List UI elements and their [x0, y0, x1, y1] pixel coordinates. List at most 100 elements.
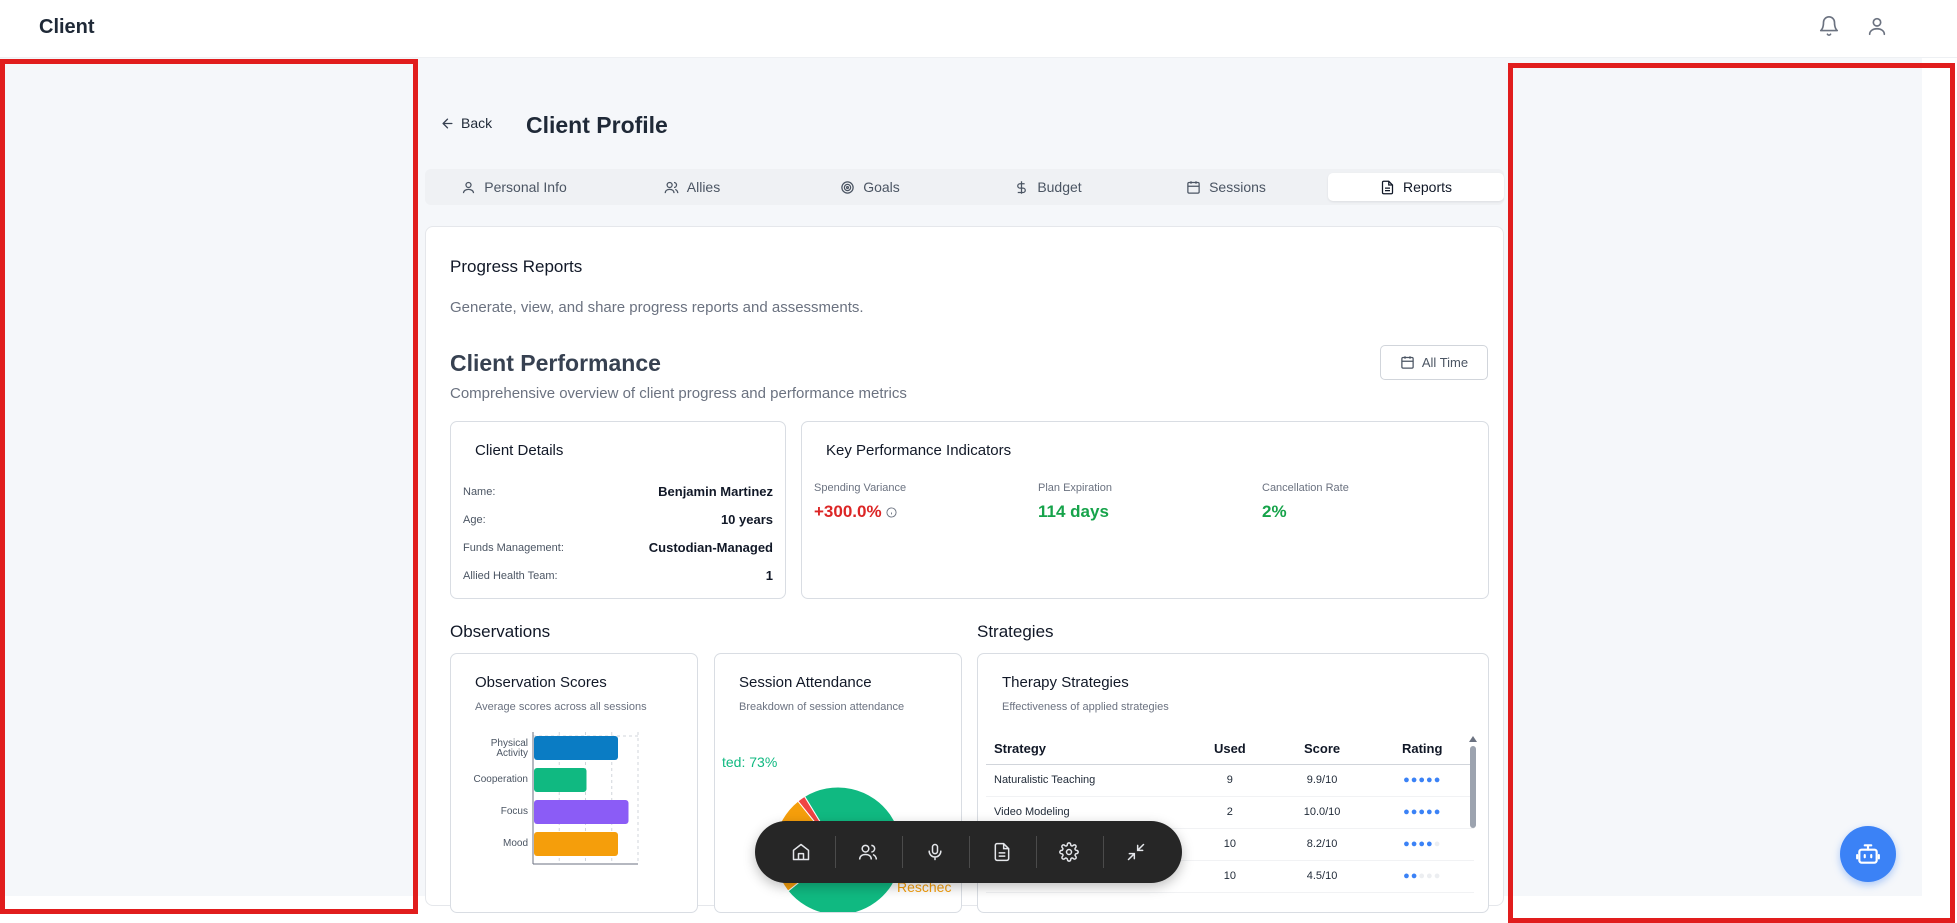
tab-sessions[interactable]: Sessions	[1137, 173, 1315, 201]
highlight-box-right	[1508, 63, 1955, 923]
strategy-score: 8.2/10	[1273, 828, 1371, 861]
bar[interactable]	[534, 736, 618, 760]
column-header: Rating	[1370, 734, 1474, 765]
kpi-spending-variance: Spending Variance +300.0%	[814, 482, 906, 522]
tab-label: Personal Info	[484, 179, 567, 195]
kpi-value: 2%	[1262, 502, 1287, 521]
table-header-row: Strategy Used Score Rating	[986, 734, 1474, 765]
kpi-label: Spending Variance	[814, 482, 907, 494]
mic-icon[interactable]	[921, 838, 949, 866]
tick-label: Cooperation	[474, 774, 528, 785]
column-header: Score	[1273, 734, 1371, 765]
tab-goals[interactable]: Goals	[781, 173, 959, 201]
observation-scores-title: Observation Scores	[475, 674, 607, 691]
home-icon[interactable]	[787, 838, 815, 866]
detail-row-name: Name: Benjamin Martinez	[463, 484, 773, 499]
tab-label: Sessions	[1209, 179, 1266, 195]
client-details-title: Client Details	[475, 442, 564, 459]
scroll-thumb[interactable]	[1470, 746, 1476, 828]
rating-dot-filled: ●	[1403, 870, 1411, 882]
strategy-score: 10.0/10	[1273, 796, 1371, 829]
observation-scores-subtitle: Average scores across all sessions	[475, 701, 647, 713]
tab-label: Budget	[1037, 179, 1082, 195]
bar[interactable]	[534, 768, 587, 792]
rating-dot-filled: ●	[1418, 774, 1427, 786]
dock-divider	[1103, 836, 1104, 868]
detail-key: Age:	[463, 513, 486, 526]
strategy-score: 4.5/10	[1273, 860, 1371, 893]
client-performance-title: Client Performance	[450, 350, 661, 376]
client-details-card: Client Details Name: Benjamin Martinez A…	[450, 421, 786, 599]
assistant-bot-button[interactable]	[1840, 826, 1896, 882]
observation-scores-card: Observation Scores Average scores across…	[450, 653, 698, 913]
floating-dock	[755, 821, 1182, 883]
bar[interactable]	[534, 832, 618, 856]
therapy-strategies-subtitle: Effectiveness of applied strategies	[1002, 701, 1169, 713]
bell-icon[interactable]	[1818, 15, 1842, 39]
detail-row-team: Allied Health Team: 1	[463, 568, 773, 583]
kpi-card: Key Performance Indicators Spending Vari…	[801, 421, 1489, 599]
detail-value: Custodian-Managed	[648, 540, 773, 555]
table-scrollbar[interactable]	[1468, 736, 1478, 894]
tab-reports[interactable]: Reports	[1328, 173, 1504, 201]
rating-dot-empty: ●	[1433, 838, 1442, 850]
tab-allies[interactable]: Allies	[603, 173, 781, 201]
rating-dot-filled: ●	[1433, 806, 1442, 818]
strategy-used: 9	[1186, 764, 1274, 797]
strategy-used: 10	[1186, 828, 1274, 861]
back-button[interactable]: Back	[440, 115, 492, 131]
detail-value: 1	[765, 568, 773, 583]
rating-dot-filled: ●	[1426, 774, 1434, 786]
tab-label: Allies	[686, 179, 721, 195]
date-range-button[interactable]: All Time	[1380, 345, 1488, 380]
user-icon	[463, 181, 475, 193]
rating-dot-empty: ●	[1418, 870, 1427, 882]
detail-row-funds: Funds Management: Custodian-Managed	[463, 540, 773, 555]
table-row[interactable]: Naturalistic Teaching 9 9.9/10 ●●●●●	[986, 764, 1474, 797]
bar[interactable]	[534, 800, 629, 824]
calendar-icon	[1187, 180, 1200, 194]
kpi-plan-expiration: Plan Expiration 114 days	[1038, 482, 1112, 522]
rating-dot-empty: ●	[1426, 870, 1434, 882]
strategy-used: 2	[1186, 796, 1274, 829]
file-icon[interactable]	[988, 838, 1016, 866]
strategy-rating: ●●●●●	[1370, 860, 1474, 893]
observation-scores-chart: Physical Activity Cooperation Focus Mood	[474, 732, 639, 865]
client-performance-subtitle: Comprehensive overview of client progres…	[450, 385, 907, 402]
dock-divider	[1036, 836, 1037, 868]
rating-dot-filled: ●	[1403, 838, 1411, 850]
observations-heading: Observations	[450, 622, 551, 641]
bot-icon	[1856, 844, 1880, 864]
page-title: Client Profile	[526, 112, 668, 138]
rating-dot-filled: ●	[1433, 774, 1442, 786]
user-icon[interactable]	[1866, 15, 1890, 39]
progress-reports-subtitle: Generate, view, and share progress repor…	[450, 299, 864, 316]
detail-key: Allied Health Team:	[463, 569, 558, 582]
tab-label: Reports	[1402, 179, 1453, 195]
tick-label: Mood	[503, 838, 528, 849]
rating-dot-empty: ●	[1433, 870, 1442, 882]
tab-personal-info[interactable]: Personal Info	[425, 173, 603, 201]
kpi-cancellation-rate: Cancellation Rate 2%	[1262, 482, 1349, 522]
rating-dot-filled: ●	[1426, 806, 1434, 818]
dock-divider	[835, 836, 836, 868]
calendar-icon	[1401, 356, 1414, 369]
tab-budget[interactable]: Budget	[959, 173, 1137, 201]
back-label: Back	[461, 115, 493, 131]
pie-label-completed: ted: 73%	[722, 754, 778, 770]
tick-label: Physical Activity	[491, 738, 528, 759]
strategy-used: 10	[1186, 860, 1274, 893]
detail-value: Benjamin Martinez	[658, 484, 773, 499]
users-icon[interactable]	[854, 838, 882, 866]
gear-icon[interactable]	[1055, 838, 1083, 866]
info-icon[interactable]	[886, 506, 897, 518]
dollar-icon	[1017, 180, 1027, 194]
strategy-name: Naturalistic Teaching	[986, 764, 1186, 797]
kpi-value-wrap: +300.0%	[814, 502, 906, 522]
rating-dot-filled: ●	[1418, 838, 1427, 850]
scroll-up-arrow[interactable]	[1469, 736, 1477, 742]
detail-key: Funds Management:	[463, 541, 564, 554]
tab-bar: Personal Info Allies Goals Budget Sessio…	[425, 169, 1504, 205]
detail-key: Name:	[463, 485, 496, 498]
minimize-icon[interactable]	[1122, 838, 1150, 866]
